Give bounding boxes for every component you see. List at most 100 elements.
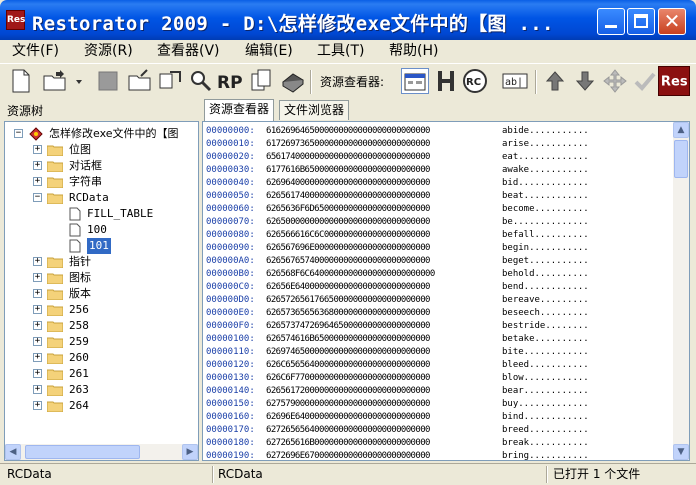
hex-row[interactable]: 00000130: 626C6F7700000000000000000000000…	[206, 372, 589, 385]
hex-row[interactable]: 000000C0: 62656E6400000000000000000000000…	[206, 281, 589, 294]
hex-row[interactable]: 00000190: 6272696E67000000000000000000000…	[206, 450, 589, 460]
hex-viewer-icon[interactable]	[433, 68, 459, 94]
hex-row[interactable]: 000000D0: 6265726561766500000000000000000…	[206, 294, 589, 307]
hex-row[interactable]: 00000100: 626574616B650000000000000000000…	[206, 333, 589, 346]
dropdown-arrow-icon[interactable]	[72, 68, 86, 94]
tab-resource-viewer[interactable]: 资源查看器	[204, 99, 275, 121]
collapse-icon[interactable]: −	[33, 193, 42, 202]
hex-row[interactable]: 00000180: 627265616B000000000000000000000…	[206, 437, 589, 450]
rp-icon[interactable]: RP	[216, 68, 246, 94]
hex-row[interactable]: 00000070: 6265000000000000000000000000000…	[206, 216, 589, 229]
hex-row[interactable]: 000000B0: 626568F6C6400000000000000000000…	[206, 268, 589, 281]
expand-icon[interactable]: +	[33, 305, 42, 314]
hex-row[interactable]: 00000050: 6265617400000000000000000000000…	[206, 190, 589, 203]
hex-ascii: bestride........	[502, 321, 589, 331]
expand-icon[interactable]: +	[33, 257, 42, 266]
hex-row[interactable]: 00000060: 6265636F6D650000000000000000000…	[206, 203, 589, 216]
expand-icon[interactable]: +	[33, 177, 42, 186]
scroll-thumb[interactable]	[674, 140, 688, 178]
hex-offset: 00000180:	[206, 438, 255, 448]
folder-icon	[46, 384, 64, 397]
check-icon[interactable]	[632, 68, 658, 94]
rc-icon[interactable]: RC	[462, 68, 488, 94]
search-icon[interactable]	[188, 68, 214, 94]
expand-icon[interactable]: +	[33, 145, 42, 154]
resource-tree[interactable]: − 怎样修改exe文件中的【图 + 位图 + 对话框 + 字符串 − RCData FILL_TAB…	[4, 121, 199, 461]
hex-row[interactable]: 00000110: 6269746500000000000000000000000…	[206, 346, 589, 359]
expand-icon[interactable]: +	[33, 289, 42, 298]
title-bar[interactable]: Res Restorator 2009 - D:\怎样修改exe文件中的【图 .…	[0, 0, 696, 40]
hex-viewer[interactable]: 00000000: 6162696465000000000000000000000…	[202, 121, 690, 461]
folder-icon	[46, 176, 64, 189]
hex-row[interactable]: 00000080: 626566616C6C0000000000000000000…	[206, 229, 589, 242]
hex-vertical-scrollbar[interactable]: ▲ ▼	[673, 122, 689, 460]
hex-ascii: bind............	[502, 412, 589, 422]
hex-row[interactable]: 00000030: 6177616B65000000000000000000000…	[206, 164, 589, 177]
book-icon[interactable]	[280, 68, 306, 94]
tree-horizontal-scrollbar[interactable]: ◀ ▶	[5, 444, 198, 460]
expand-icon[interactable]: +	[33, 385, 42, 394]
scroll-up-icon[interactable]: ▲	[673, 122, 689, 138]
expand-icon[interactable]: +	[33, 369, 42, 378]
grab-icon[interactable]	[157, 68, 183, 94]
hex-ascii: eat.............	[502, 152, 589, 162]
move-icon[interactable]	[602, 68, 628, 94]
document-icon	[69, 207, 81, 221]
copy-pages-icon[interactable]	[249, 68, 275, 94]
hex-row[interactable]: 00000150: 6275790000000000000000000000000…	[206, 398, 589, 411]
hex-row[interactable]: 00000170: 6272656564000000000000000000000…	[206, 424, 589, 437]
menu-help[interactable]: 帮助(H)	[389, 42, 438, 60]
open-folder-icon[interactable]	[42, 68, 68, 94]
hex-row[interactable]: 00000120: 626C656564000000000000000000000…	[206, 359, 589, 372]
scroll-right-icon[interactable]: ▶	[182, 444, 198, 460]
expand-icon[interactable]: +	[33, 353, 42, 362]
res-logo-icon[interactable]: Res	[658, 66, 690, 96]
export-icon[interactable]	[127, 68, 153, 94]
tab-file-browser[interactable]: 文件浏览器	[279, 100, 350, 120]
new-file-icon[interactable]	[8, 68, 34, 94]
hex-bytes: 626566616C6C0000000000000000000000	[266, 230, 430, 240]
maximize-button[interactable]	[627, 8, 655, 35]
hex-row[interactable]: 00000090: 626567696E000000000000000000000…	[206, 242, 589, 255]
hex-ascii: breed...........	[502, 425, 589, 435]
hex-row[interactable]: 00000010: 6172697365000000000000000000000…	[206, 138, 589, 151]
folder-icon	[46, 352, 64, 365]
hex-row[interactable]: 00000160: 62696E6400000000000000000000000…	[206, 411, 589, 424]
minimize-button[interactable]	[597, 8, 625, 35]
menu-tools[interactable]: 工具(T)	[317, 42, 364, 60]
text-field-icon[interactable]: ab|	[501, 68, 529, 94]
expand-icon[interactable]: +	[33, 321, 42, 330]
scroll-left-icon[interactable]: ◀	[5, 444, 21, 460]
expand-icon[interactable]: +	[33, 161, 42, 170]
disabled-square-icon[interactable]	[95, 68, 121, 94]
hex-row[interactable]: 000000E0: 6265736565636800000000000000000…	[206, 307, 589, 320]
hex-ascii: bear............	[502, 386, 589, 396]
hex-bytes: 6177616B65000000000000000000000000	[266, 165, 430, 175]
arrow-down-icon[interactable]	[572, 68, 598, 94]
close-button[interactable]: ✕	[658, 8, 686, 35]
scroll-down-icon[interactable]: ▼	[673, 444, 689, 460]
hex-row[interactable]: 00000140: 6265617200000000000000000000000…	[206, 385, 589, 398]
expand-icon[interactable]: +	[33, 273, 42, 282]
scroll-thumb[interactable]	[25, 445, 140, 459]
tree-item-label: 261	[69, 367, 89, 380]
expand-icon[interactable]: +	[33, 337, 42, 346]
hex-offset: 00000120:	[206, 360, 255, 370]
hex-row[interactable]: 000000F0: 6265737472696465000000000000000…	[206, 320, 589, 333]
hex-row[interactable]: 000000A0: 6265676574000000000000000000000…	[206, 255, 589, 268]
hex-row[interactable]: 00000000: 6162696465000000000000000000000…	[206, 125, 589, 138]
expand-icon[interactable]: +	[33, 401, 42, 410]
collapse-icon[interactable]: −	[14, 129, 23, 138]
arrow-up-icon[interactable]	[542, 68, 568, 94]
hex-row[interactable]: 00000020: 6561740000000000000000000000000…	[206, 151, 589, 164]
hex-ascii: beseech.........	[502, 308, 589, 318]
menu-file[interactable]: 文件(F)	[12, 42, 59, 60]
status-divider	[546, 466, 548, 483]
menu-viewer[interactable]: 查看器(V)	[157, 42, 220, 60]
hex-row[interactable]: 00000040: 6269640000000000000000000000000…	[206, 177, 589, 190]
hex-ascii: bleed...........	[502, 360, 589, 370]
menu-resource[interactable]: 资源(R)	[84, 42, 133, 60]
dialog-viewer-icon[interactable]	[401, 68, 429, 94]
hex-ascii: abide...........	[502, 126, 589, 136]
menu-edit[interactable]: 编辑(E)	[245, 42, 293, 60]
